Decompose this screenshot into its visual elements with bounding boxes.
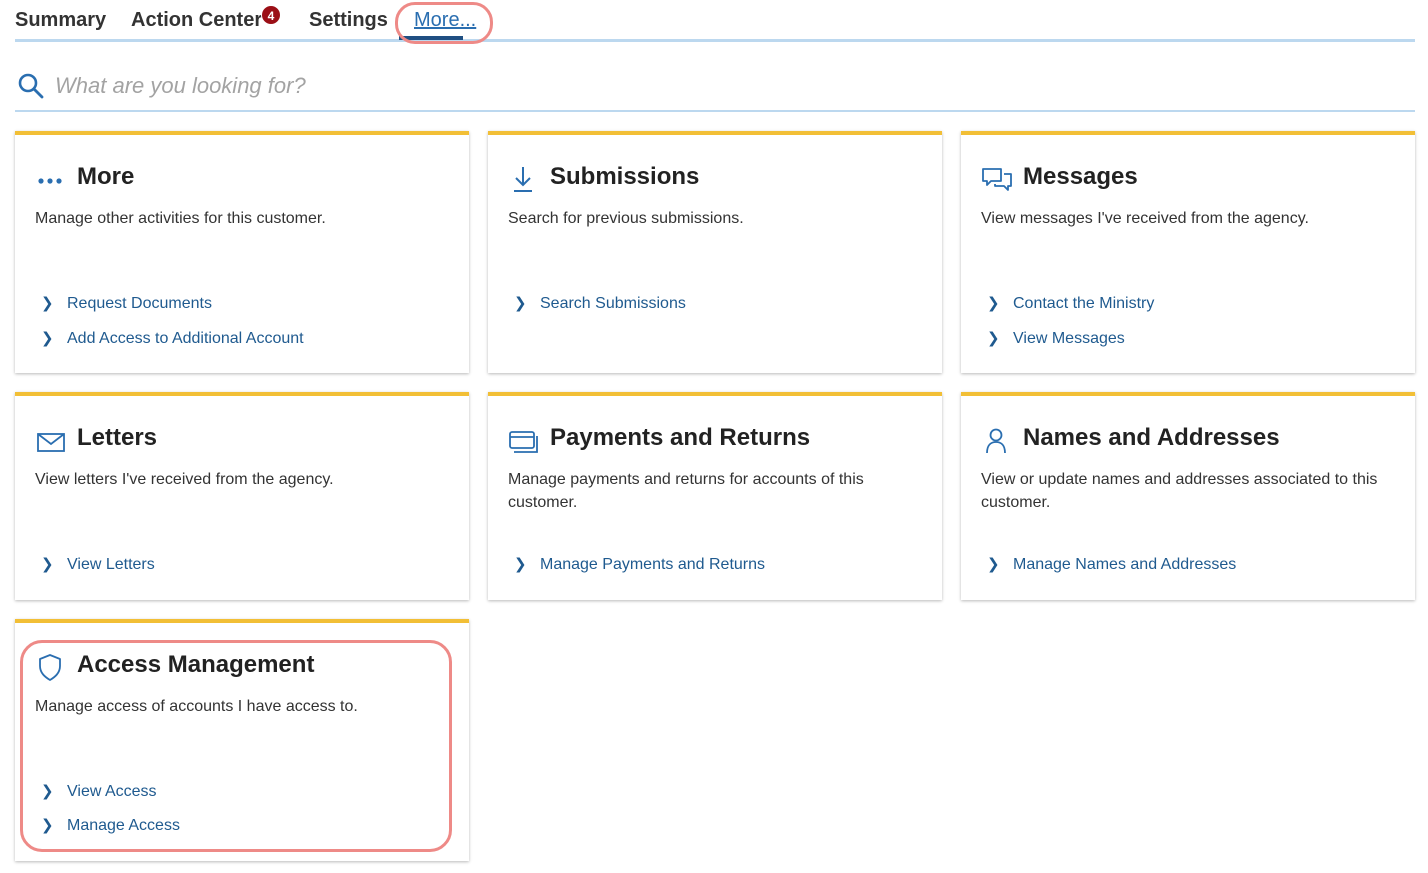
chevron-right-icon: ❯ [41, 295, 54, 312]
chevron-right-icon: ❯ [514, 556, 527, 573]
link-view-access[interactable]: ❯ View Access [35, 782, 157, 801]
card-description: Manage payments and returns for accounts… [508, 471, 864, 511]
shield-icon [39, 654, 61, 681]
card-title: Letters [77, 424, 158, 451]
link-view-letters[interactable]: ❯ View Letters [35, 555, 155, 574]
card-description: View messages I've received from the age… [981, 210, 1309, 227]
chevron-right-icon: ❯ [41, 817, 54, 834]
card-description: Manage access of accounts I have access … [35, 698, 358, 715]
link-label: Manage Payments and Returns [540, 556, 766, 573]
chevron-right-icon: ❯ [41, 556, 54, 573]
chevron-right-icon: ❯ [987, 556, 1000, 573]
link-label: Search Submissions [540, 295, 686, 312]
card-title: Names and Addresses [1023, 424, 1280, 451]
active-tab-indicator [399, 36, 463, 40]
link-label: View Letters [67, 556, 155, 573]
notification-badge: 4 [261, 5, 281, 25]
card-messages: Messages View messages I've received fro… [961, 131, 1415, 373]
link-view-messages[interactable]: ❯ View Messages [981, 329, 1125, 348]
chevron-right-icon: ❯ [987, 295, 1000, 312]
chat-icon [982, 168, 1012, 191]
tab-action-center[interactable]: Action Center [131, 9, 262, 32]
tab-more[interactable]: More... [414, 9, 476, 32]
link-label: Manage Names and Addresses [1013, 556, 1237, 573]
link-manage-payments[interactable]: ❯ Manage Payments and Returns [508, 555, 765, 574]
search-icon[interactable] [17, 72, 45, 100]
link-label: View Access [67, 783, 157, 800]
card-submissions: Submissions Search for previous submissi… [488, 131, 942, 373]
link-label: Request Documents [67, 295, 212, 312]
card-title: Access Management [77, 651, 315, 678]
link-search-submissions[interactable]: ❯ Search Submissions [508, 294, 686, 313]
link-manage-access[interactable]: ❯ Manage Access [35, 816, 180, 835]
search-bar [15, 60, 1415, 112]
link-add-access[interactable]: ❯ Add Access to Additional Account [35, 329, 304, 348]
card-access-management: Access Management Manage access of accou… [15, 619, 469, 861]
card-payments-returns: Payments and Returns Manage payments and… [488, 392, 942, 600]
card-letters: Letters View letters I've received from … [15, 392, 469, 600]
search-input[interactable] [55, 68, 1355, 104]
link-label: Contact the Ministry [1013, 295, 1155, 312]
download-icon [514, 167, 532, 192]
person-icon [986, 428, 1006, 454]
tab-bar: Summary Action Center 4 Settings More... [15, 0, 1415, 42]
card-title: More [77, 163, 135, 190]
card-description: View or update names and addresses assoc… [981, 471, 1378, 511]
chevron-right-icon: ❯ [987, 330, 1000, 347]
card-description: Manage other activities for this custome… [35, 210, 326, 227]
card-description: View letters I've received from the agen… [35, 471, 334, 488]
link-manage-names[interactable]: ❯ Manage Names and Addresses [981, 555, 1236, 574]
link-label: Add Access to Additional Account [67, 330, 304, 347]
card-title: Payments and Returns [550, 424, 811, 451]
envelope-icon [37, 433, 65, 452]
link-contact-ministry[interactable]: ❯ Contact the Ministry [981, 294, 1154, 313]
ellipsis-icon [38, 178, 62, 184]
chevron-right-icon: ❯ [514, 295, 527, 312]
card-title: Messages [1023, 163, 1138, 190]
link-request-documents[interactable]: ❯ Request Documents [35, 294, 212, 313]
payment-card-icon [509, 431, 538, 453]
chevron-right-icon: ❯ [41, 783, 54, 800]
link-label: Manage Access [67, 817, 180, 834]
chevron-right-icon: ❯ [41, 330, 54, 347]
card-title: Submissions [550, 163, 700, 190]
card-description: Search for previous submissions. [508, 210, 744, 227]
card-names-addresses: Names and Addresses View or update names… [961, 392, 1415, 600]
tab-summary[interactable]: Summary [15, 9, 106, 32]
tab-settings[interactable]: Settings [309, 9, 388, 32]
link-label: View Messages [1013, 330, 1125, 347]
card-more: More Manage other activities for this cu… [15, 131, 469, 373]
